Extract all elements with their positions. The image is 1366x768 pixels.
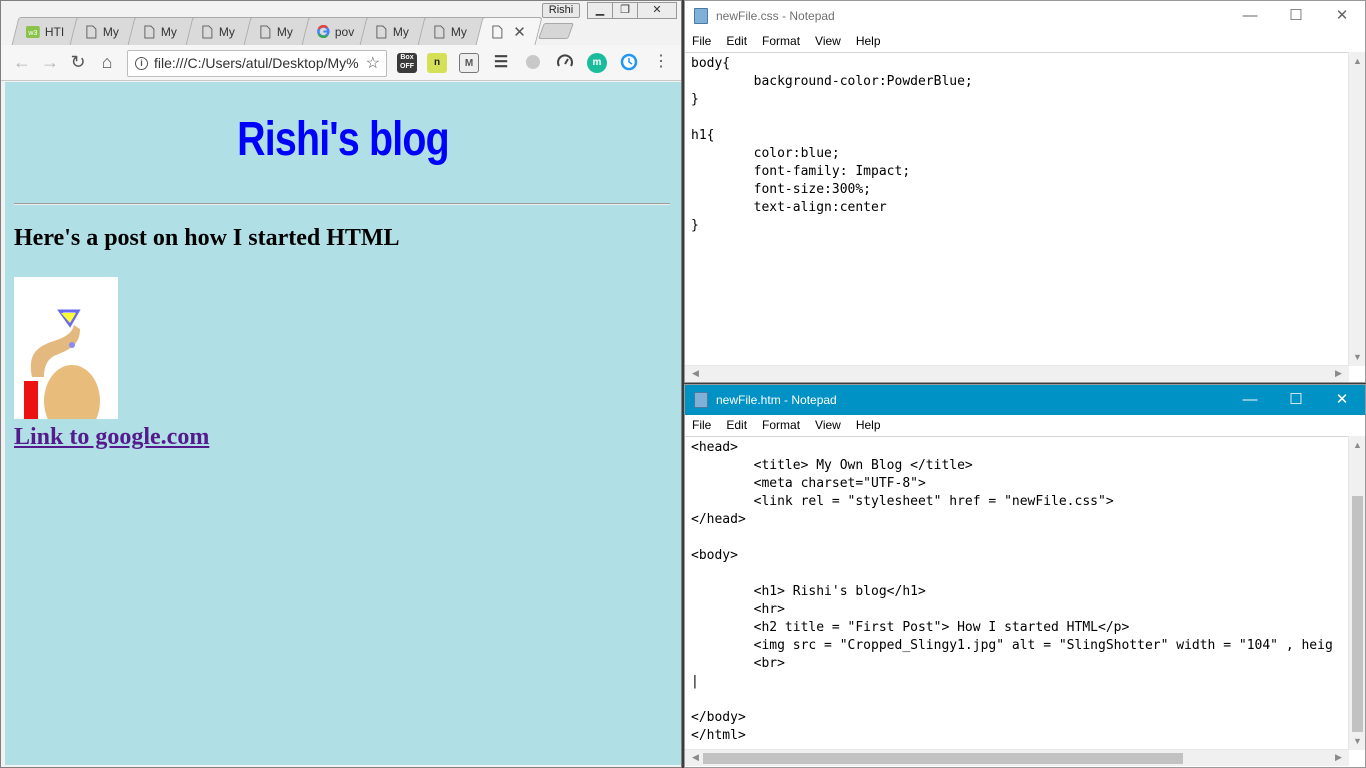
scroll-left-icon[interactable]: ◀ [687,752,704,763]
clock-icon[interactable] [619,53,639,73]
restore-button[interactable]: ❐ [612,2,638,19]
page-icon [490,25,504,39]
new-tab-button[interactable] [538,23,574,39]
forward-arrow-icon[interactable]: → [39,51,61,73]
scroll-thumb[interactable] [1352,496,1363,732]
slingshotter-image [14,277,118,419]
profile-badge[interactable]: Rishi [542,3,580,18]
page-icon [432,25,446,39]
maximize-icon[interactable]: ☐ [1273,385,1319,415]
close-tab-icon[interactable]: ✕ [513,23,526,41]
menu-file[interactable]: File [692,418,711,432]
tab-label: HTI [44,24,65,39]
tab-label: My [276,24,293,39]
close-icon[interactable]: ✕ [1319,385,1365,415]
n-extension-icon[interactable]: n [427,53,447,73]
notepad-css-window: newFile.css - Notepad — ☐ ✕ File Edit Fo… [684,0,1366,383]
minimize-icon[interactable]: — [1227,385,1273,415]
tab-active[interactable]: ✕ [475,17,543,45]
scroll-thumb[interactable] [703,753,1183,764]
menu-edit[interactable]: Edit [726,34,747,48]
tab-label: My [450,24,467,39]
m-teal-extension-icon[interactable]: m [587,53,607,73]
box-label: Box [400,54,414,61]
back-arrow-icon[interactable]: ← [11,51,33,73]
scroll-right-icon[interactable]: ▶ [1330,368,1347,379]
reload-icon[interactable]: ↻ [67,51,89,73]
box-off-extension-icon[interactable]: Box OFF [397,53,417,73]
address-text: file:///C:/Users/atul/Desktop/My% [154,55,359,71]
tab-strip: w3 HTI My My My My pov My My ✕ Rishi ▁ ❐ … [1,1,681,45]
tab-label: My [392,24,409,39]
window-title: newFile.htm - Notepad [716,393,837,407]
tab-label: My [160,24,177,39]
tab-label: pov [334,24,355,39]
menu-format[interactable]: Format [762,418,800,432]
menu-bar: File Edit Format View Help [685,415,1365,435]
menu-icon[interactable]: ⋮ [650,51,672,73]
page-heading: Rishi's blog [237,113,449,166]
w3schools-icon: w3 [25,25,40,39]
info-icon[interactable]: i [135,57,148,70]
menu-bar: File Edit Format View Help [685,31,1365,51]
m-extension-icon[interactable]: M [459,53,479,73]
horizontal-scrollbar[interactable]: ◀ ▶ [685,749,1349,766]
text-editor[interactable]: body{ background-color:PowderBlue; } h1{… [685,52,1348,366]
text-editor[interactable]: <head> <title> My Own Blog </title> <met… [685,436,1348,750]
svg-text:w3: w3 [27,30,37,37]
vertical-scrollbar[interactable]: ▲ ▼ [1348,436,1365,750]
horizontal-rule [14,203,670,205]
minimize-button[interactable]: ▁ [587,2,613,19]
menu-format[interactable]: Format [762,34,800,48]
menu-file[interactable]: File [692,34,711,48]
window-title: newFile.css - Notepad [716,9,835,23]
page-icon [200,25,214,39]
scroll-right-icon[interactable]: ▶ [1330,752,1347,763]
home-icon[interactable]: ⌂ [96,51,118,73]
menu-help[interactable]: Help [856,418,881,432]
horizontal-scrollbar[interactable]: ◀ ▶ [685,365,1349,382]
scroll-up-icon[interactable]: ▲ [1349,440,1366,450]
maximize-icon[interactable]: ☐ [1273,1,1319,31]
google-icon [316,25,330,39]
tab-label: My [218,24,235,39]
close-window-button[interactable]: ✕ [637,2,677,19]
page-viewport: Rishi's blog Here's a post on how I star… [5,82,681,765]
list-icon[interactable]: ☰ [491,53,511,73]
address-bar[interactable]: i file:///C:/Users/atul/Desktop/My% ☆ [127,50,387,77]
page-icon [374,25,388,39]
post-heading: Here's a post on how I started HTML [14,225,400,251]
menu-edit[interactable]: Edit [726,418,747,432]
google-link[interactable]: Link to google.com [14,424,209,451]
notepad-icon [694,392,708,408]
scroll-left-icon[interactable]: ◀ [687,368,704,379]
page-icon [258,25,272,39]
gray-circle-icon[interactable] [523,53,543,73]
vertical-scrollbar[interactable]: ▲ ▼ [1348,52,1365,366]
page-icon [84,25,98,39]
tab-label: My [102,24,119,39]
browser-toolbar: ← → ↻ ⌂ i file:///C:/Users/atul/Desktop/… [1,45,681,81]
minimize-icon[interactable]: — [1227,1,1273,31]
menu-view[interactable]: View [815,34,841,48]
scroll-down-icon[interactable]: ▼ [1349,736,1366,746]
browser-window: w3 HTI My My My My pov My My ✕ Rishi ▁ ❐ … [0,0,682,768]
editor-content: <head> <title> My Own Blog </title> <met… [691,440,1333,743]
star-icon[interactable]: ☆ [366,51,380,76]
scroll-down-icon[interactable]: ▼ [1349,352,1366,362]
speedometer-icon[interactable] [555,53,575,73]
editor-content: body{ background-color:PowderBlue; } h1{… [691,56,973,233]
close-icon[interactable]: ✕ [1319,1,1365,31]
off-label: OFF [400,63,414,70]
page-icon [142,25,156,39]
scroll-up-icon[interactable]: ▲ [1349,56,1366,66]
menu-view[interactable]: View [815,418,841,432]
menu-help[interactable]: Help [856,34,881,48]
notepad-htm-window: newFile.htm - Notepad — ☐ ✕ File Edit Fo… [684,384,1366,768]
notepad-icon [694,8,708,24]
